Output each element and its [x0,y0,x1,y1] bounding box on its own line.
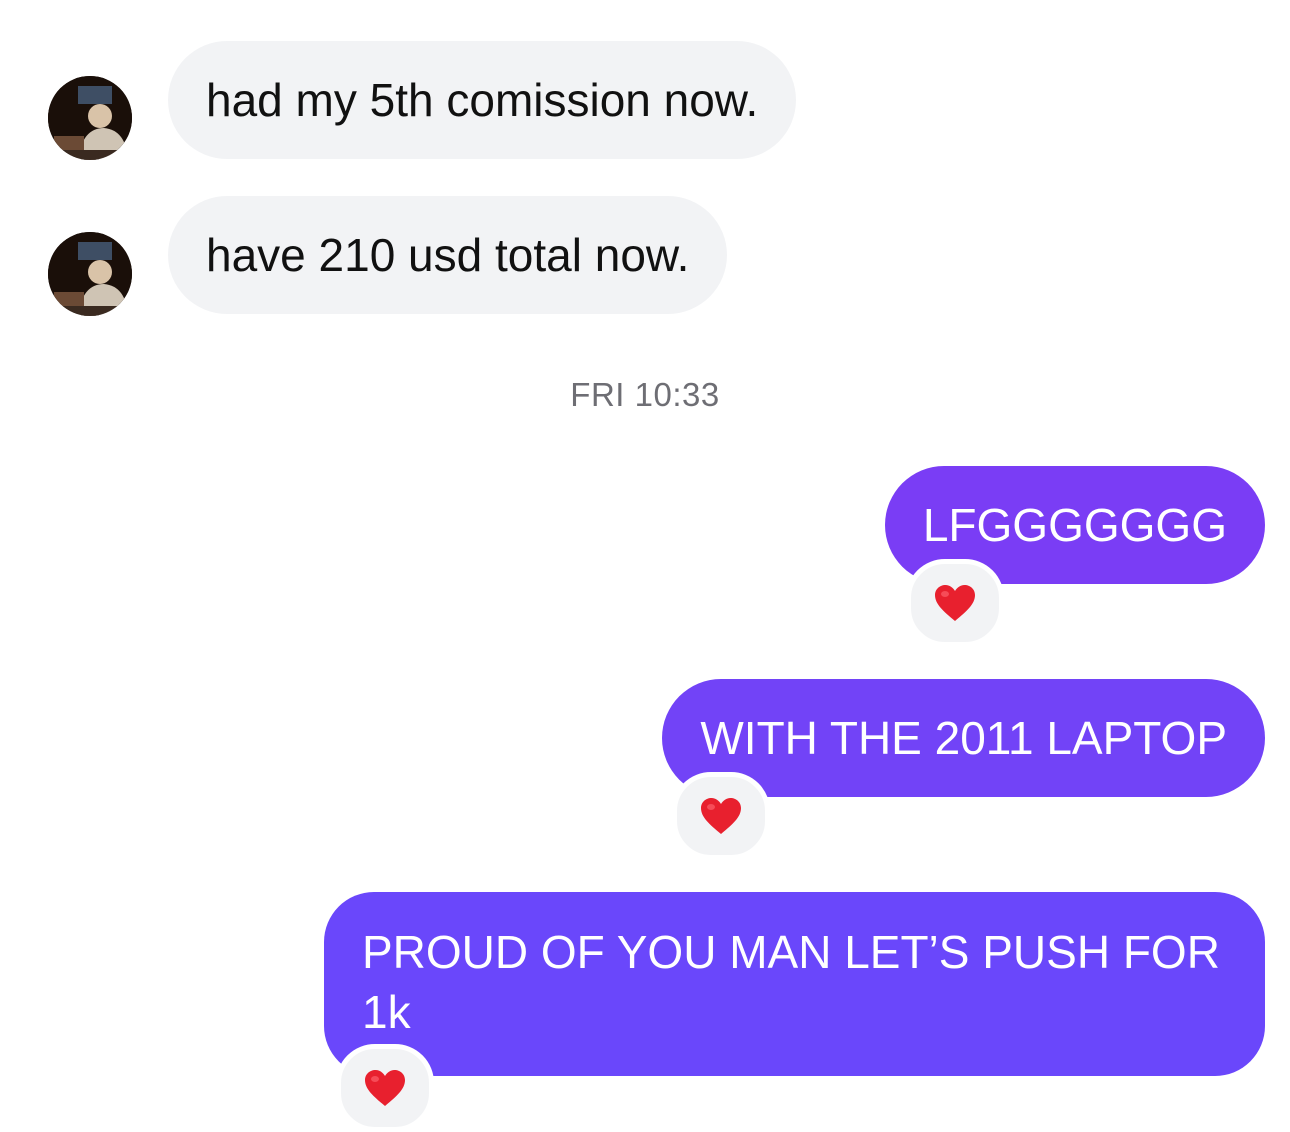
reaction-badge[interactable] [672,772,770,860]
red-heart-icon [699,796,743,836]
reaction-badge[interactable] [906,559,1004,647]
incoming-message-bubble[interactable]: had my 5th comission now. [168,41,797,159]
sender-avatar[interactable] [48,76,132,160]
red-heart-icon [933,583,977,623]
outgoing-message-bubble[interactable]: PROUD OF YOU MAN LET’S PUSH FOR 1k [324,892,1265,1076]
red-heart-icon [363,1068,407,1108]
message-timestamp: FRI 10:33 [570,376,720,413]
incoming-message-bubble[interactable]: have 210 usd total now. [168,196,728,314]
reaction-badge[interactable] [336,1044,434,1132]
sender-avatar[interactable] [48,232,132,316]
